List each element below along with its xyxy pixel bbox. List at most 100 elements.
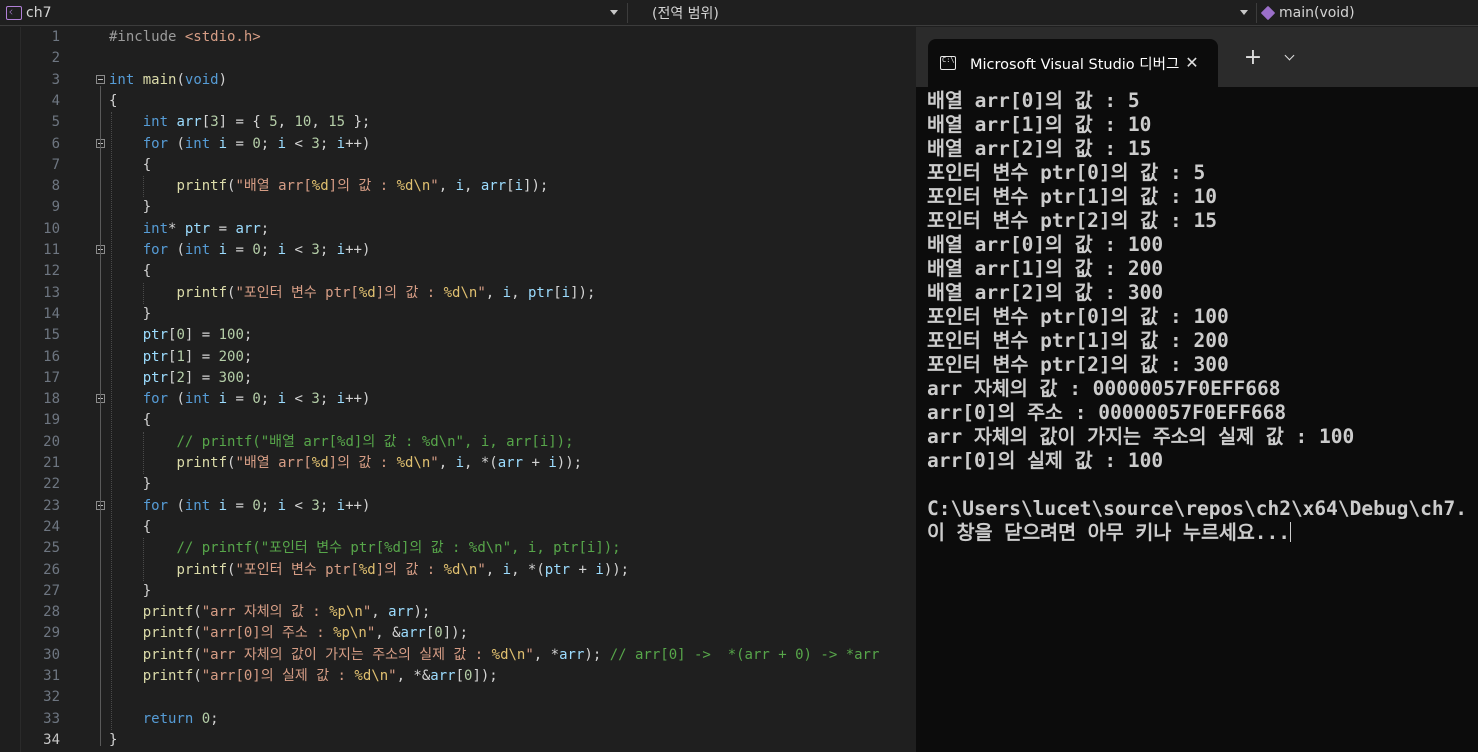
code-token: = bbox=[227, 135, 253, 152]
code-token: ptr bbox=[142, 369, 169, 386]
close-icon[interactable]: ✕ bbox=[1182, 53, 1202, 73]
code-token: , bbox=[311, 114, 329, 131]
code-line: 13 printf("포인터 변수 ptr[%d]의 값 : %d\n", i,… bbox=[0, 283, 916, 304]
code-token: int bbox=[142, 220, 169, 237]
code-token: 1 bbox=[176, 348, 185, 365]
code-token: ( bbox=[168, 497, 185, 514]
line-number: 3 bbox=[51, 71, 60, 88]
code-token: printf bbox=[142, 625, 194, 642]
code-token: arr bbox=[235, 220, 261, 237]
code-token: printf bbox=[176, 284, 228, 301]
console-output-text: arr[0]의 주소 : 00000057F0EFF668 bbox=[927, 401, 1287, 424]
code-token: i bbox=[277, 391, 287, 408]
console-output-text: 배열 arr[1]의 값 : 10 bbox=[927, 113, 1152, 136]
code-token: "포인터 변수 ptr[ bbox=[235, 561, 359, 578]
code-line: 17 ptr[2] = 300; bbox=[0, 368, 916, 389]
code-token: for bbox=[142, 497, 169, 514]
code-token: = bbox=[227, 391, 253, 408]
console-output-line: 포인터 변수 ptr[2]의 값 : 300 bbox=[927, 353, 1478, 377]
code-token: %p\n bbox=[333, 625, 367, 642]
code-token: ]); bbox=[523, 178, 549, 195]
code-token: " bbox=[477, 284, 486, 301]
console-output-line: 배열 arr[1]의 값 : 200 bbox=[927, 257, 1478, 281]
code-line: 29 printf("arr[0]의 주소 : %p\n", &arr[0]); bbox=[0, 623, 916, 644]
code-token: )); bbox=[556, 455, 583, 471]
code-token: " bbox=[366, 625, 376, 642]
code-token: ]의 값 : bbox=[375, 561, 444, 578]
code-token: i bbox=[218, 135, 228, 152]
code-token: for bbox=[142, 242, 169, 258]
code-text: { bbox=[109, 91, 117, 112]
console-output-line: 배열 arr[1]의 값 : 10 bbox=[927, 113, 1478, 137]
code-token: [ bbox=[201, 114, 211, 131]
console-output-text: 포인터 변수 ptr[2]의 값 : 15 bbox=[927, 209, 1217, 232]
console-output-text: 이 창을 닫으려면 아무 키나 누르세요... bbox=[927, 521, 1291, 544]
console-output-line: 포인터 변수 ptr[0]의 값 : 5 bbox=[927, 161, 1478, 185]
code-line: 3 int main(void) bbox=[0, 70, 916, 91]
collapse-icon[interactable] bbox=[96, 74, 105, 84]
console-output: 배열 arr[0]의 값 : 5 배열 arr[1]의 값 : 10 배열 arr[… bbox=[927, 89, 1478, 545]
code-token: int bbox=[109, 71, 135, 88]
code-token: ]); bbox=[570, 284, 596, 301]
scope-dropdown[interactable]: (전역 범위) bbox=[630, 0, 1254, 26]
code-token: 2 bbox=[176, 369, 185, 386]
code-line: 28 printf("arr 자체의 값 : %p\n", arr); bbox=[0, 602, 916, 623]
code-token: i bbox=[218, 242, 228, 258]
code-token: ++) bbox=[345, 497, 371, 514]
function-label: main(void) bbox=[1279, 5, 1355, 21]
function-dropdown[interactable]: main(void) bbox=[1256, 0, 1478, 26]
console-output-text: C:\Users\lucet\source\repos\ch2\x64\Debu… bbox=[927, 497, 1468, 520]
line-number: 26 bbox=[43, 561, 60, 578]
code-token: // printf("포인터 변수 ptr[%d]의 값 : %d\n", i,… bbox=[176, 540, 621, 557]
code-token: i bbox=[502, 284, 512, 301]
code-token: , bbox=[277, 114, 295, 131]
line-number: 29 bbox=[43, 625, 60, 642]
code-token: "배열 arr[ bbox=[235, 455, 312, 471]
indent-guide bbox=[143, 176, 144, 198]
code-text: // printf("포인터 변수 ptr[%d]의 값 : %d\n", i,… bbox=[109, 538, 621, 559]
console-output-text: 포인터 변수 ptr[0]의 값 : 100 bbox=[927, 305, 1229, 328]
code-line: 20 // printf("배열 arr[%d]의 값 : %d\n", i, … bbox=[0, 432, 916, 453]
debug-console-window[interactable]: Microsoft Visual Studio 디버그 ✕ + 배열 arr[0… bbox=[916, 27, 1478, 752]
console-tab[interactable]: Microsoft Visual Studio 디버그 ✕ bbox=[928, 39, 1218, 87]
project-dropdown[interactable]: ch7 bbox=[0, 0, 624, 26]
new-tab-button[interactable]: + bbox=[1242, 47, 1264, 69]
code-token: 200 bbox=[218, 348, 244, 365]
code-token: < bbox=[286, 242, 312, 258]
console-output-line: 배열 arr[0]의 값 : 5 bbox=[927, 89, 1478, 113]
code-token: " bbox=[525, 646, 534, 663]
line-number: 17 bbox=[43, 369, 60, 386]
code-token: , bbox=[438, 178, 456, 195]
code-text: { bbox=[109, 261, 151, 282]
console-output-text: 배열 arr[2]의 값 : 300 bbox=[927, 281, 1164, 304]
code-token: ; bbox=[260, 391, 278, 408]
code-line: 22 } bbox=[0, 474, 916, 495]
code-editor[interactable]: 1 #include <stdio.h> 2 3 int main(void) 4{5 i… bbox=[0, 27, 916, 752]
code-token: { bbox=[109, 263, 152, 280]
code-text: int* ptr = arr; bbox=[109, 219, 269, 240]
code-token: < bbox=[286, 391, 312, 408]
tab-dropdown-chevron-icon[interactable] bbox=[1282, 49, 1300, 67]
code-token: 0 bbox=[252, 391, 261, 408]
line-number: 25 bbox=[43, 540, 60, 557]
navigation-bar: ch7 (전역 범위) main(void) bbox=[0, 0, 1478, 26]
code-token: "arr 자체의 값 : bbox=[201, 604, 330, 621]
code-token: printf bbox=[176, 178, 228, 195]
code-token: arr bbox=[559, 646, 585, 663]
code-token: %d\n bbox=[443, 561, 478, 578]
code-token: < bbox=[286, 497, 312, 514]
code-token: arr bbox=[480, 178, 507, 195]
code-token: , bbox=[464, 178, 481, 195]
code-token: ( bbox=[168, 242, 185, 258]
console-output-text: arr 자체의 값이 가지는 주소의 실제 값 : 100 bbox=[927, 425, 1355, 448]
line-number: 7 bbox=[51, 156, 60, 173]
code-token: 10 bbox=[294, 114, 312, 131]
code-line: 11 for (int i = 0; i < 3; i++) bbox=[0, 240, 916, 261]
code-token: 3 bbox=[311, 135, 320, 152]
code-token: // arr[0] -> *(arr + 0) -> *arr bbox=[609, 646, 880, 663]
